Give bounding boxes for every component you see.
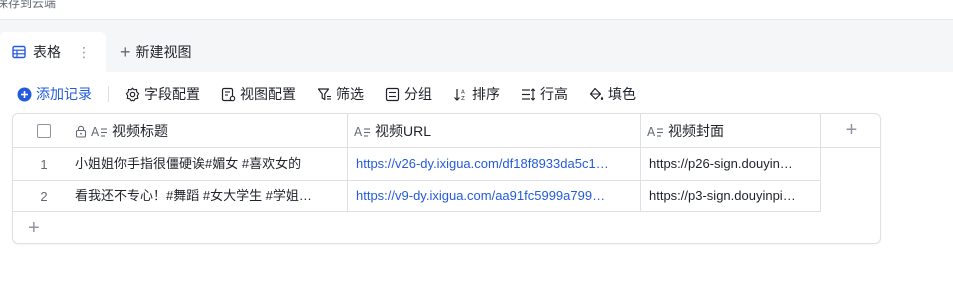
filter-label: 筛选 [336, 86, 364, 102]
plus-icon: + [120, 42, 131, 62]
text-field-icon: A [647, 125, 664, 138]
add-record-button[interactable]: 添加记录 [16, 84, 92, 104]
row-height-icon [520, 86, 536, 102]
gear-icon [124, 86, 140, 102]
select-all-checkbox[interactable] [37, 124, 51, 138]
table-cell-title[interactable]: 看我还不专心！#舞蹈 #女大学生 #学姐… [75, 180, 343, 212]
column-header-cover[interactable]: A 视频封面 [647, 114, 819, 148]
table-cell-cover[interactable]: https://p3-sign.douyinpi… [649, 180, 817, 212]
column-label: 视频标题 [112, 123, 168, 139]
tab-label: 表格 [33, 44, 61, 60]
data-table: A 视频标题 A 视频URL A 视频封面 + 1 小姐姐你手指很僵硬诶#媚女 … [12, 113, 881, 244]
view-tab-bar: 表格 ⋮ + 新建视图 [0, 20, 953, 72]
add-record-label: 添加记录 [36, 86, 92, 102]
field-config-label: 字段配置 [144, 86, 200, 102]
new-view-label: 新建视图 [135, 44, 192, 60]
column-divider [820, 114, 821, 212]
paint-bucket-icon [588, 86, 604, 102]
sort-label: 排序 [472, 86, 500, 102]
select-all-cell [13, 114, 75, 148]
table-grid-icon [12, 45, 26, 59]
lock-icon [75, 125, 87, 138]
column-label: 视频URL [375, 123, 432, 139]
more-options-icon[interactable]: ⋮ [77, 44, 91, 61]
view-toolbar: 添加记录 字段配置 视图配置 筛选 分组 AZ 排序 行高 填色 [0, 72, 953, 112]
table-cell-url[interactable]: https://v9-dy.ixigua.com/aa91fc5999a799… [356, 180, 636, 212]
top-bar: 保存到云端 [0, 0, 953, 20]
table-cell-url[interactable]: https://v26-dy.ixigua.com/df18f8933da5c1… [356, 148, 636, 180]
add-row-button[interactable]: + [28, 218, 40, 238]
sort-icon: AZ [452, 86, 468, 102]
text-field-icon: A [91, 125, 108, 138]
svg-text:A: A [354, 125, 363, 138]
fill-color-label: 填色 [608, 86, 636, 102]
view-config-button[interactable]: 视图配置 [220, 84, 296, 104]
cell-text: 看我还不专心！#舞蹈 #女大学生 #学姐… [75, 188, 312, 203]
column-divider [347, 114, 348, 212]
column-divider [640, 114, 641, 212]
group-label: 分组 [404, 86, 432, 102]
row-height-label: 行高 [540, 86, 568, 102]
view-config-label: 视图配置 [240, 86, 296, 102]
row-divider [13, 211, 821, 212]
url-link[interactable]: https://v26-dy.ixigua.com/df18f8933da5c1… [356, 148, 609, 180]
group-button[interactable]: 分组 [384, 84, 432, 104]
column-label: 视频封面 [668, 123, 724, 139]
cell-text: 小姐姐你手指很僵硬诶#媚女 #喜欢女的 [75, 156, 302, 171]
svg-text:Z: Z [461, 96, 465, 102]
add-circle-icon [16, 86, 32, 102]
cell-text: https://p26-sign.douyin… [649, 156, 793, 171]
new-view-button[interactable]: + 新建视图 [120, 42, 192, 62]
toolbar-divider [108, 86, 109, 102]
table-cell-cover[interactable]: https://p26-sign.douyin… [649, 148, 817, 180]
filter-icon [316, 86, 332, 102]
text-field-icon: A [354, 125, 371, 138]
svg-text:A: A [647, 125, 656, 138]
column-header-url[interactable]: A 视频URL [354, 114, 640, 148]
column-header-title[interactable]: A 视频标题 [75, 114, 347, 148]
row-number[interactable]: 2 [13, 180, 75, 212]
svg-text:A: A [91, 125, 100, 138]
table-cell-title[interactable]: 小姐姐你手指很僵硬诶#媚女 #喜欢女的 [75, 148, 343, 180]
svg-text:A: A [461, 89, 465, 95]
filter-button[interactable]: 筛选 [316, 84, 364, 104]
row-height-button[interactable]: 行高 [520, 84, 568, 104]
tab-table-view[interactable]: 表格 ⋮ [0, 32, 106, 72]
group-icon [384, 86, 400, 102]
cell-text: https://p3-sign.douyinpi… [649, 188, 796, 203]
row-number[interactable]: 1 [13, 148, 75, 180]
field-config-button[interactable]: 字段配置 [124, 84, 200, 104]
fill-color-button[interactable]: 填色 [588, 84, 636, 104]
add-column-button[interactable]: + [821, 114, 880, 148]
view-settings-icon [220, 86, 236, 102]
sort-button[interactable]: AZ 排序 [452, 84, 500, 104]
url-link[interactable]: https://v9-dy.ixigua.com/aa91fc5999a799… [356, 180, 605, 212]
save-status-text: 保存到云端 [0, 0, 57, 10]
